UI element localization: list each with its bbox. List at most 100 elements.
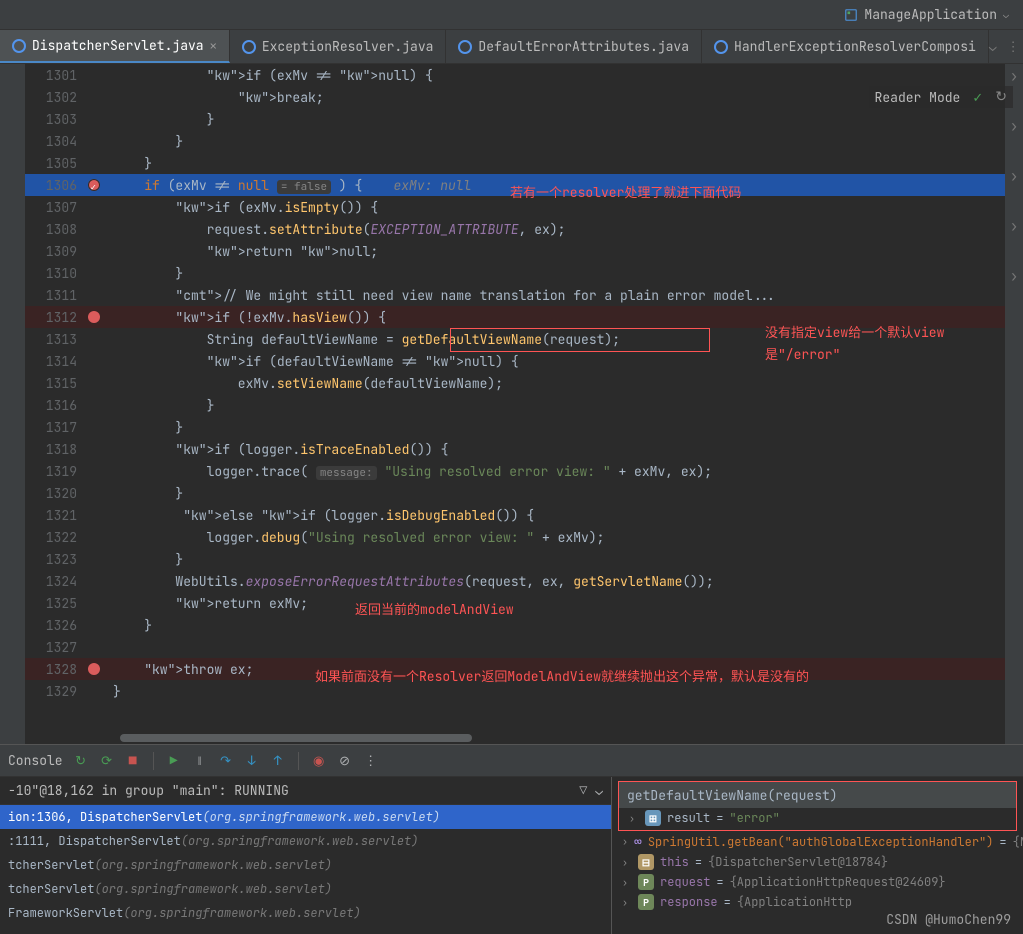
code-line[interactable]: 1317 }	[25, 416, 1023, 438]
chevron-right-icon[interactable]: ›	[1009, 216, 1018, 236]
line-number: 1323	[25, 551, 85, 568]
code-line[interactable]: 1307 "kw">if (exMv.isEmpty()) {	[25, 196, 1023, 218]
var-name: SpringUtil.getBean("authGlobalExceptionH…	[648, 834, 994, 850]
editor-tab[interactable]: DefaultErrorAttributes.java	[446, 30, 702, 63]
breakpoint-gutter[interactable]	[85, 179, 103, 191]
code-line[interactable]: 1319 logger.trace( message: "Using resol…	[25, 460, 1023, 482]
reader-mode-label[interactable]: Reader Mode	[875, 89, 961, 106]
reload-icon[interactable]: ↻	[995, 88, 1007, 106]
breakpoint-gutter[interactable]	[85, 663, 103, 675]
code-line[interactable]: 1322 logger.debug("Using resolved error …	[25, 526, 1023, 548]
variables-panel: getDefaultViewName(request) › ⊞ result =…	[612, 777, 1023, 934]
variable-row[interactable]: ›⊟this = {DispatcherServlet@18784}	[612, 852, 1023, 872]
left-tool-rail[interactable]	[0, 64, 22, 744]
line-number: 1307	[25, 199, 85, 216]
expand-icon[interactable]: ›	[622, 896, 632, 909]
code-text: }	[103, 485, 183, 502]
frame-location: ion:1306, DispatcherServlet	[8, 809, 202, 825]
tab-overflow-icon[interactable]: ⌄	[989, 38, 997, 55]
step-into-icon[interactable]: ↓	[244, 753, 260, 769]
result-row[interactable]: › ⊞ result = "error"	[619, 808, 1016, 830]
variable-row[interactable]: ›∞SpringUtil.getBean("authGlobalExceptio…	[612, 831, 1023, 852]
analysis-ok-icon[interactable]: ✓	[972, 89, 983, 106]
chevron-right-icon[interactable]: ›	[1009, 116, 1018, 136]
variable-row[interactable]: ›Presponse = {ApplicationHttp	[612, 892, 1023, 912]
frames-panel: -10"@18,162 in group "main": RUNNING ▽ ⌄…	[0, 777, 612, 934]
stack-frame[interactable]: :1111, DispatcherServlet (org.springfram…	[0, 829, 611, 853]
more-icon[interactable]: ⋮	[363, 753, 379, 769]
code-line[interactable]: 1328 "kw">throw ex;	[25, 658, 1023, 680]
code-line[interactable]: 1309 "kw">return "kw">null;	[25, 240, 1023, 262]
line-number: 1308	[25, 221, 85, 238]
rerun-icon[interactable]: ↻	[73, 753, 89, 769]
code-line[interactable]: 1308 request.setAttribute(EXCEPTION_ATTR…	[25, 218, 1023, 240]
evaluate-expression-input[interactable]: getDefaultViewName(request)	[619, 782, 1016, 808]
frame-package: (org.springframework.web.servlet)	[94, 857, 332, 873]
expand-icon[interactable]: ›	[622, 835, 628, 848]
step-out-icon[interactable]: ↑	[270, 753, 286, 769]
expand-icon[interactable]: ›	[629, 812, 639, 825]
line-number: 1315	[25, 375, 85, 392]
pause-icon[interactable]: ‖	[192, 753, 208, 769]
filter-icon[interactable]: ▽	[579, 782, 587, 799]
code-line[interactable]: 1306 if (exMv != null = false ) { exMv: …	[25, 174, 1023, 196]
step-over-icon[interactable]: ↷	[218, 753, 234, 769]
stack-frame[interactable]: tcherServlet (org.springframework.web.se…	[0, 877, 611, 901]
stop-icon[interactable]: ■	[125, 753, 141, 769]
code-text: "kw">return "kw">null;	[103, 243, 378, 260]
stack-frame[interactable]: tcherServlet (org.springframework.web.se…	[0, 853, 611, 877]
close-icon[interactable]: ✕	[210, 38, 217, 54]
code-line[interactable]: 1318 "kw">if (logger.isTraceEnabled()) {	[25, 438, 1023, 460]
stack-frame[interactable]: ion:1306, DispatcherServlet (org.springf…	[0, 805, 611, 829]
code-line[interactable]: 1329 }	[25, 680, 1023, 702]
tab-kebab-icon[interactable]: ⋮	[1007, 38, 1020, 55]
code-line[interactable]: 1303 }	[25, 108, 1023, 130]
right-tool-rail[interactable]: › › › › ›	[1005, 64, 1023, 744]
code-line[interactable]: 1316 }	[25, 394, 1023, 416]
code-line[interactable]: 1324 WebUtils.exposeErrorRequestAttribut…	[25, 570, 1023, 592]
play-icon[interactable]: ▶	[166, 753, 182, 769]
dropdown-icon[interactable]: ⌄	[595, 782, 603, 799]
code-line[interactable]: 1321 "kw">else "kw">if (logger.isDebugEn…	[25, 504, 1023, 526]
code-line[interactable]: 1304 }	[25, 130, 1023, 152]
view-breakpoints-icon[interactable]: ◉	[311, 753, 327, 769]
variable-row[interactable]: ›Prequest = {ApplicationHttpRequest@2460…	[612, 872, 1023, 892]
code-line[interactable]: 1325 "kw">return exMv;	[25, 592, 1023, 614]
expand-icon[interactable]: ›	[622, 876, 632, 889]
stack-frames-list[interactable]: ion:1306, DispatcherServlet (org.springf…	[0, 805, 611, 925]
editor-tabs: DispatcherServlet.java✕ExceptionResolver…	[0, 30, 1023, 64]
chevron-right-icon[interactable]: ›	[1009, 266, 1018, 286]
code-line[interactable]: 1323 }	[25, 548, 1023, 570]
code-line[interactable]: 1312 "kw">if (!exMv.hasView()) {	[25, 306, 1023, 328]
code-line[interactable]: 1313 String defaultViewName = getDefault…	[25, 328, 1023, 350]
code-line[interactable]: 1315 exMv.setViewName(defaultViewName);	[25, 372, 1023, 394]
console-tab[interactable]: Console	[8, 752, 63, 769]
code-line[interactable]: 1314 "kw">if (defaultViewName != "kw">nu…	[25, 350, 1023, 372]
chevron-right-icon[interactable]: ›	[1009, 166, 1018, 186]
code-line[interactable]: 1320 }	[25, 482, 1023, 504]
editor-tab[interactable]: DispatcherServlet.java✕	[0, 30, 230, 63]
code-line[interactable]: 1310 }	[25, 262, 1023, 284]
resume-icon[interactable]: ⟳	[99, 753, 115, 769]
chevron-right-icon[interactable]: ›	[1009, 66, 1018, 86]
var-value: {DispatcherServlet@18784}	[708, 854, 888, 870]
code-editor[interactable]: 1301 "kw">if (exMv != "kw">null) { 1302 …	[0, 64, 1023, 744]
code-line[interactable]: 1301 "kw">if (exMv != "kw">null) {	[25, 64, 1023, 86]
thread-label[interactable]: -10"@18,162 in group "main": RUNNING	[8, 782, 289, 799]
stack-frame[interactable]: FrameworkServlet (org.springframework.we…	[0, 901, 611, 925]
mute-breakpoints-icon[interactable]: ⊘	[337, 753, 353, 769]
editor-tab[interactable]: ExceptionResolver.java	[230, 30, 447, 63]
breakpoint-gutter[interactable]	[85, 311, 103, 323]
code-line[interactable]: 1311 "cmt">// We might still need view n…	[25, 284, 1023, 306]
code-line[interactable]: 1305 }	[25, 152, 1023, 174]
java-class-icon	[242, 40, 256, 54]
code-line[interactable]: 1327	[25, 636, 1023, 658]
expand-icon[interactable]: ›	[622, 856, 632, 869]
horizontal-scrollbar[interactable]	[120, 732, 1001, 744]
line-number: 1322	[25, 529, 85, 546]
run-configuration-selector[interactable]: ManageApplication ⌄	[838, 4, 1015, 25]
code-text: "kw">return exMv;	[103, 595, 308, 612]
editor-tab[interactable]: HandlerExceptionResolverComposi	[702, 30, 989, 63]
result-name: result	[667, 810, 710, 826]
code-line[interactable]: 1326 }	[25, 614, 1023, 636]
